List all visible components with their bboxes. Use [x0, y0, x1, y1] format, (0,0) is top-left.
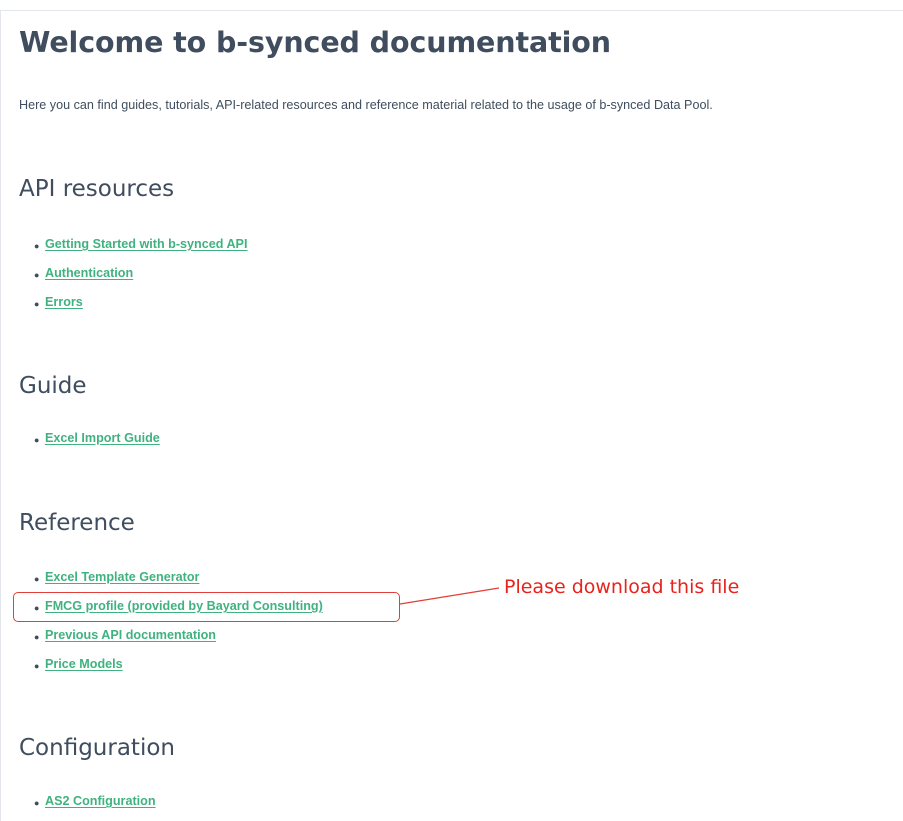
- link-getting-started[interactable]: Getting Started with b-synced API: [45, 237, 247, 251]
- bullet-icon: ●: [34, 661, 40, 671]
- list-item: ● Excel Import Guide: [0, 426, 160, 455]
- link-as2-configuration[interactable]: AS2 Configuration: [45, 794, 156, 808]
- bullet-icon: ●: [34, 632, 40, 642]
- list-item: ● AS2 Configuration: [0, 789, 156, 818]
- link-excel-template-generator[interactable]: Excel Template Generator: [45, 570, 199, 584]
- frame-top-border: [0, 10, 903, 11]
- link-price-models[interactable]: Price Models: [45, 657, 123, 671]
- link-excel-import-guide[interactable]: Excel Import Guide: [45, 431, 160, 445]
- link-errors[interactable]: Errors: [45, 295, 83, 309]
- annotation-pointer-line: [399, 587, 500, 605]
- list-item: ● Getting Started with b-synced API: [0, 232, 247, 261]
- api-resources-list: ● Getting Started with b-synced API ● Au…: [0, 232, 247, 319]
- configuration-list: ● AS2 Configuration: [0, 789, 156, 818]
- list-item: ● Errors: [0, 290, 247, 319]
- guide-list: ● Excel Import Guide: [0, 426, 160, 455]
- list-item: ● Excel Template Generator: [0, 565, 323, 594]
- section-heading-api-resources: API resources: [19, 176, 175, 202]
- list-item: ● Authentication: [0, 261, 247, 290]
- bullet-icon: ●: [34, 299, 40, 309]
- bullet-icon: ●: [34, 435, 40, 445]
- link-authentication[interactable]: Authentication: [45, 266, 133, 280]
- frame-left-border: [0, 10, 1, 821]
- bullet-icon: ●: [34, 241, 40, 251]
- documentation-page: Welcome to b-synced documentation Here y…: [0, 0, 903, 821]
- list-item: ● Previous API documentation: [0, 623, 323, 652]
- annotation-callout-text: Please download this file: [504, 576, 740, 598]
- section-heading-reference: Reference: [19, 510, 135, 536]
- page-intro: Here you can find guides, tutorials, API…: [19, 98, 713, 112]
- bullet-icon: ●: [34, 270, 40, 280]
- section-heading-configuration: Configuration: [19, 735, 175, 761]
- bullet-icon: ●: [34, 574, 40, 584]
- annotation-highlight-box: [13, 592, 400, 622]
- list-item: ● Price Models: [0, 652, 323, 681]
- section-heading-guide: Guide: [19, 373, 87, 399]
- bullet-icon: ●: [34, 798, 40, 808]
- reference-list: ● Excel Template Generator ● FMCG profil…: [0, 565, 323, 681]
- page-title: Welcome to b-synced documentation: [19, 26, 611, 59]
- link-previous-api-documentation[interactable]: Previous API documentation: [45, 628, 216, 642]
